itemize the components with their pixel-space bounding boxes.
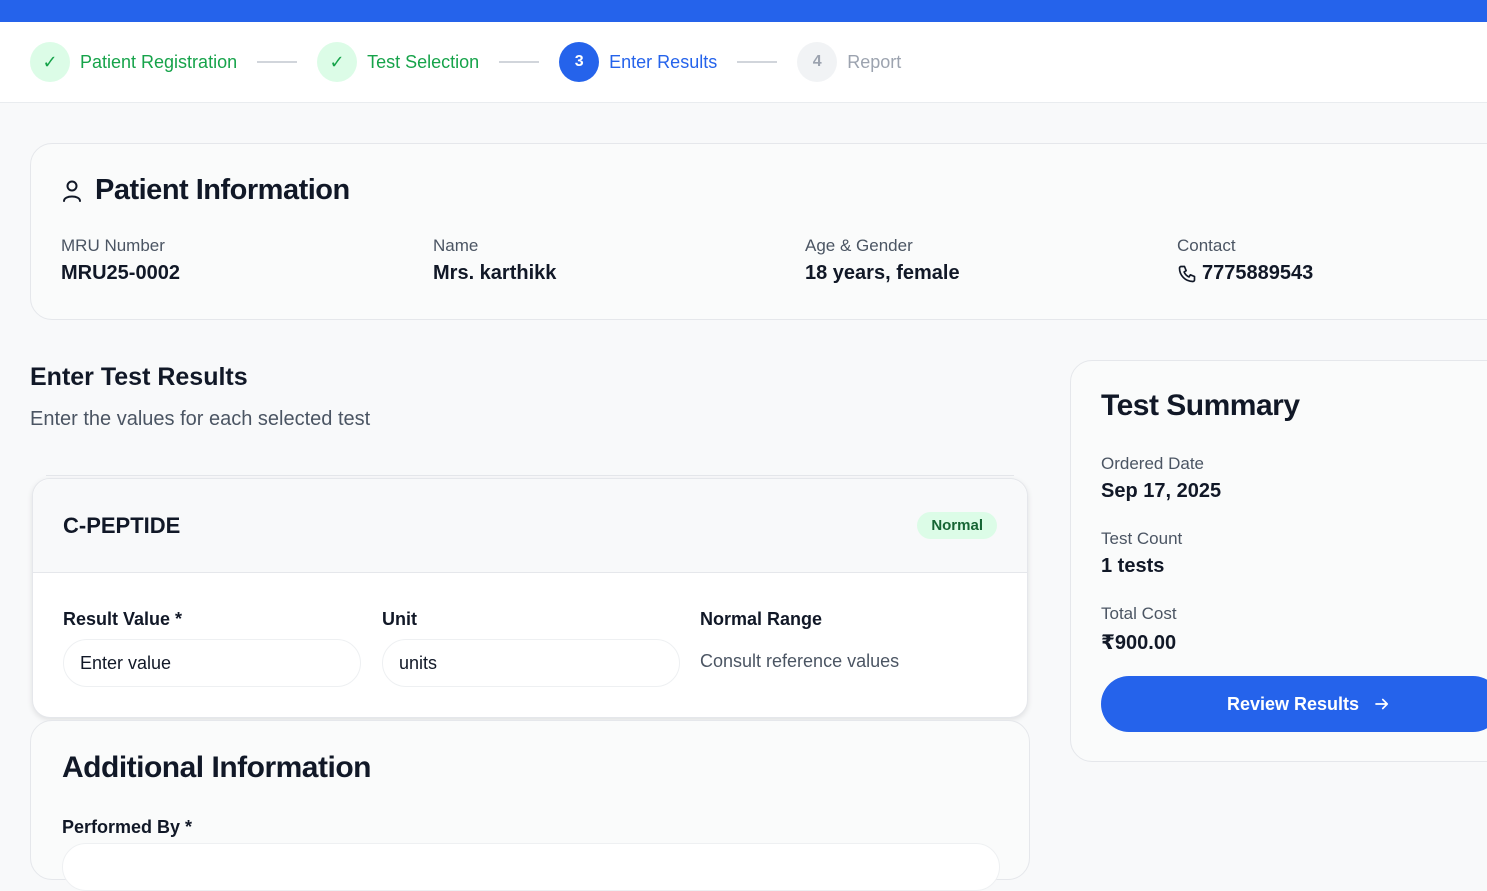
unit-input[interactable]: [382, 639, 680, 687]
performed-by-input[interactable]: [62, 843, 1000, 891]
test-count-value: 1 tests: [1101, 555, 1165, 577]
name-value: Mrs. karthikk: [433, 262, 557, 284]
user-icon: [63, 180, 81, 202]
test-result-card: C-PEPTIDE Normal Result Value * Unit Nor…: [32, 478, 1028, 718]
ordered-date-value: Sep 17, 2025: [1101, 480, 1222, 502]
step-label: Report: [847, 51, 902, 72]
contact-field: Contact 7775889543: [1177, 236, 1313, 285]
results-section-title: Enter Test Results: [30, 363, 248, 391]
age-gender-field: Age & Gender 18 years, female: [805, 236, 960, 285]
card-stack-edge: [46, 475, 1014, 476]
review-results-label: Review Results: [1227, 693, 1360, 714]
check-icon: ✓: [30, 42, 70, 82]
name-field: Name Mrs. karthikk: [433, 236, 556, 285]
total-cost-label: Total Cost: [1101, 604, 1177, 623]
step-patient-registration[interactable]: ✓ Patient Registration: [30, 42, 237, 82]
step-connector: [499, 61, 540, 63]
patient-info-header: Patient Information: [61, 174, 350, 207]
additional-info-title: Additional Information: [62, 751, 371, 784]
result-value-input[interactable]: [63, 639, 361, 687]
step-label: Patient Registration: [80, 51, 238, 72]
test-count-label: Test Count: [1101, 529, 1183, 548]
check-icon: ✓: [317, 42, 358, 82]
normal-range-label: Normal Range: [700, 609, 823, 629]
test-card-header: C-PEPTIDE Normal: [33, 479, 1027, 573]
step-number: 4: [797, 42, 838, 82]
step-report[interactable]: 4 Report: [797, 42, 901, 82]
age-gender-value: 18 years, female: [805, 262, 960, 284]
summary-title: Test Summary: [1101, 389, 1300, 422]
normal-range-value: Consult reference values: [700, 651, 900, 671]
step-test-selection[interactable]: ✓ Test Selection: [317, 42, 479, 82]
status-badge: Normal: [917, 512, 997, 539]
result-value-label: Result Value *: [63, 609, 183, 629]
progress-stepper: ✓ Patient Registration ✓ Test Selection …: [0, 22, 1487, 103]
top-accent-bar: [0, 0, 1487, 22]
field-label: Name: [433, 236, 479, 255]
ordered-date-label: Ordered Date: [1101, 454, 1204, 473]
patient-info-title: Patient Information: [95, 174, 350, 206]
review-results-button[interactable]: Review Results: [1101, 676, 1487, 732]
performed-by-label: Performed By *: [62, 817, 193, 837]
step-number: 3: [559, 42, 600, 82]
patient-info-card: Patient Information MRU Number MRU25-000…: [30, 143, 1487, 320]
step-connector: [737, 61, 778, 63]
field-label: Age & Gender: [805, 236, 913, 255]
mru-number-value: MRU25-0002: [61, 262, 180, 284]
contact-value-row: 7775889543: [1177, 262, 1313, 285]
step-label: Enter Results: [609, 51, 718, 72]
step-label: Test Selection: [367, 51, 480, 72]
arrow-right-icon: [1375, 698, 1389, 710]
test-name: C-PEPTIDE: [63, 513, 181, 538]
field-label: Contact: [1177, 236, 1236, 255]
additional-info-card: Additional Information Performed By *: [30, 720, 1030, 891]
results-section-subtitle: Enter the values for each selected test: [30, 408, 371, 430]
total-cost-value: ₹900.00: [1101, 632, 1177, 654]
step-connector: [257, 61, 298, 63]
step-enter-results[interactable]: 3 Enter Results: [559, 42, 717, 82]
mru-number-field: MRU Number MRU25-0002: [61, 236, 180, 285]
test-summary-card: Test Summary Ordered Date Sep 17, 2025 T…: [1070, 360, 1487, 762]
phone-icon: [1178, 265, 1196, 282]
contact-value: 7775889543: [1202, 262, 1314, 284]
field-label: MRU Number: [61, 236, 165, 255]
unit-label: Unit: [382, 609, 417, 629]
